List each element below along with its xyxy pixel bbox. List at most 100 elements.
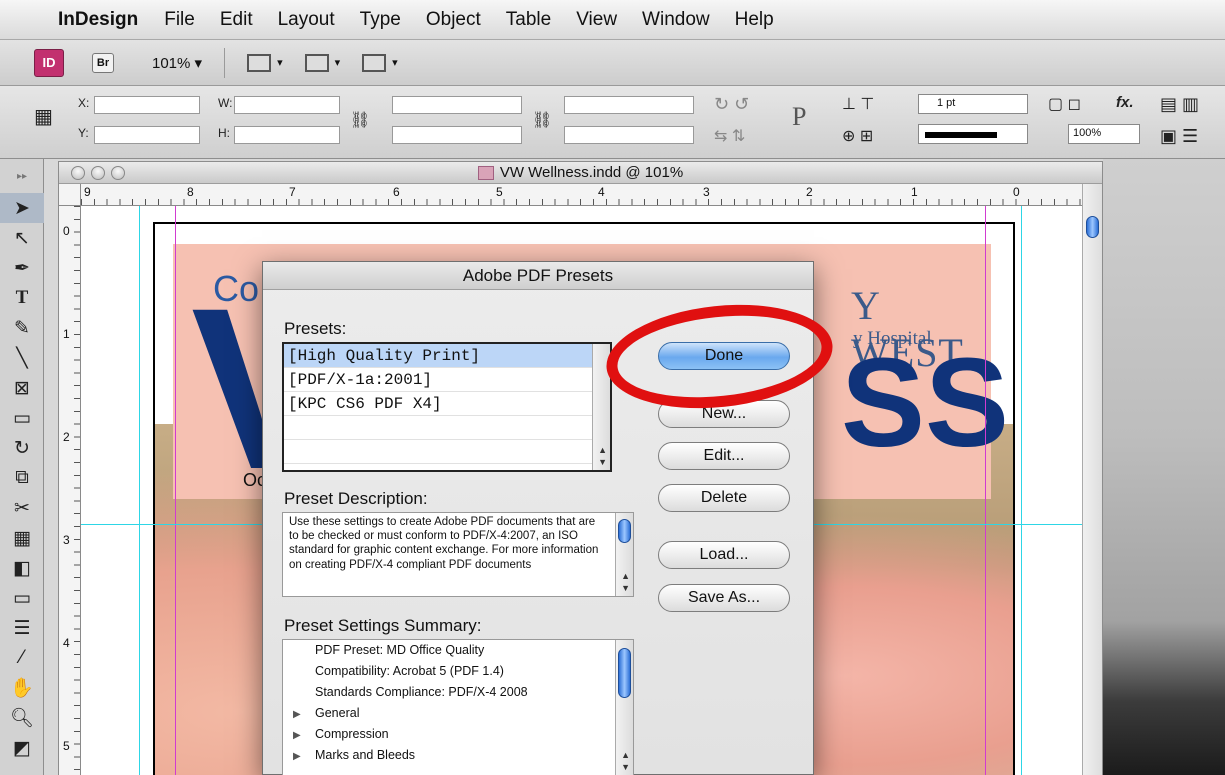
pencil-tool-icon[interactable]: ✎ bbox=[0, 313, 44, 343]
vertical-ruler[interactable]: 0 1 2 3 4 5 bbox=[59, 206, 81, 775]
column-guide bbox=[139, 206, 140, 775]
rectangle-tool-icon[interactable]: ▭ bbox=[0, 403, 44, 433]
close-button[interactable] bbox=[71, 166, 85, 180]
description-scrollbar[interactable]: ▲ ▼ bbox=[615, 513, 633, 596]
edit-button[interactable]: Edit... bbox=[658, 442, 790, 470]
view-options-button[interactable]: ▾ bbox=[247, 53, 283, 72]
stroke-type-dropdown[interactable] bbox=[918, 124, 1028, 144]
ruler-origin[interactable] bbox=[59, 184, 81, 206]
ruler-label: 3 bbox=[63, 533, 70, 547]
line-tool-icon[interactable]: ╲ bbox=[0, 343, 44, 373]
gradient-swatch-tool-icon[interactable]: ▦ bbox=[0, 523, 44, 553]
hand-tool-icon[interactable]: ✋ bbox=[0, 673, 44, 703]
note-icon[interactable]: ☰ bbox=[0, 613, 44, 643]
menu-table[interactable]: Table bbox=[506, 9, 551, 31]
preset-description: Use these settings to create Adobe PDF d… bbox=[282, 512, 634, 597]
bridge-button[interactable]: Br bbox=[92, 52, 114, 73]
screen-mode-button[interactable]: ▾ bbox=[304, 53, 340, 72]
drop-shadow-icon[interactable]: ▢ ◻ bbox=[1048, 94, 1081, 114]
document-vertical-scrollbar[interactable] bbox=[1082, 184, 1102, 775]
scroll-arrows-icon[interactable]: ▲ ▼ bbox=[621, 570, 630, 594]
shear-field[interactable] bbox=[564, 126, 694, 144]
minimize-button[interactable] bbox=[91, 166, 105, 180]
opacity-field[interactable]: 100% bbox=[1068, 124, 1140, 144]
eyedropper-tool-icon[interactable]: ⁄ bbox=[0, 643, 44, 673]
rotate-icon[interactable]: ↻ ↺ bbox=[714, 94, 749, 115]
scale-x-field[interactable] bbox=[392, 96, 522, 114]
stroke-weight-field[interactable]: 1 pt bbox=[918, 94, 1028, 114]
save-as-button[interactable]: Save As... bbox=[658, 584, 790, 612]
scissors-tool-icon[interactable]: ✂ bbox=[0, 493, 44, 523]
summary-row: PDF Preset: MD Office Quality bbox=[315, 643, 485, 657]
width-field[interactable] bbox=[234, 96, 340, 114]
flip-icon[interactable]: ⇆ ⇅ bbox=[714, 126, 745, 146]
preset-item-empty bbox=[284, 416, 610, 440]
scroll-thumb[interactable] bbox=[618, 519, 631, 543]
app-menu[interactable]: InDesign bbox=[58, 9, 138, 31]
zoom-tool-icon[interactable]: 🔍︎ bbox=[0, 703, 44, 733]
select-content-icon[interactable]: ⊕ ⊞ bbox=[842, 126, 873, 146]
arrange-documents-button[interactable]: ▾ bbox=[362, 53, 398, 72]
preset-item[interactable]: [PDF/X-1a:2001] bbox=[284, 368, 610, 392]
menu-file[interactable]: File bbox=[164, 9, 195, 31]
scroll-arrows-icon[interactable]: ▲ ▼ bbox=[598, 444, 607, 468]
summary-row-compression[interactable]: ▶ Compression bbox=[283, 724, 633, 745]
note-tool-icon[interactable]: ▭ bbox=[0, 583, 44, 613]
distribute-icon[interactable]: ▣ ☰ bbox=[1160, 126, 1198, 147]
ruler-label: 0 bbox=[63, 224, 70, 238]
selection-tool-icon[interactable]: ➤ bbox=[0, 193, 44, 223]
preset-item[interactable]: [KPC CS6 PDF X4] bbox=[284, 392, 610, 416]
horizontal-ruler[interactable]: 9 8 7 6 5 4 3 2 1 0 bbox=[81, 184, 1084, 206]
effects-icon[interactable]: fx. bbox=[1116, 94, 1134, 111]
summary-row-general[interactable]: ▶ General bbox=[283, 703, 633, 724]
disclosure-triangle-icon[interactable]: ▶ bbox=[293, 704, 315, 725]
menu-layout[interactable]: Layout bbox=[278, 9, 335, 31]
y-field[interactable] bbox=[94, 126, 200, 144]
scroll-thumb[interactable] bbox=[1086, 216, 1099, 238]
free-transform-tool-icon[interactable]: ⧉ bbox=[0, 463, 44, 493]
rectangle-frame-tool-icon[interactable]: ⊠ bbox=[0, 373, 44, 403]
panel-collapse-icon[interactable]: ▸▸ bbox=[0, 159, 44, 193]
scroll-arrows-icon[interactable]: ▲ ▼ bbox=[621, 749, 630, 773]
menu-edit[interactable]: Edit bbox=[220, 9, 253, 31]
scale-y-field[interactable] bbox=[392, 126, 522, 144]
zoom-button[interactable] bbox=[111, 166, 125, 180]
menu-type[interactable]: Type bbox=[360, 9, 401, 31]
height-field[interactable] bbox=[234, 126, 340, 144]
ruler-label: 5 bbox=[63, 739, 70, 753]
direct-selection-tool-icon[interactable]: ↖ bbox=[0, 223, 44, 253]
pen-tool-icon[interactable]: ✒ bbox=[0, 253, 44, 283]
stroke-type-sample bbox=[925, 132, 997, 138]
scroll-thumb[interactable] bbox=[618, 648, 631, 698]
menu-help[interactable]: Help bbox=[735, 9, 774, 31]
constrain-scale-icon[interactable]: ⛓ bbox=[532, 110, 552, 130]
disclosure-triangle-icon[interactable]: ▶ bbox=[293, 725, 315, 746]
load-button[interactable]: Load... bbox=[658, 541, 790, 569]
type-tool-icon[interactable]: T bbox=[0, 283, 44, 313]
presets-list[interactable]: [High Quality Print] [PDF/X-1a:2001] [KP… bbox=[282, 342, 612, 472]
select-container-icon[interactable]: ⊥ ⊤ bbox=[842, 94, 874, 114]
document-title: VW Wellness.indd @ 101% bbox=[499, 164, 684, 181]
gradient-feather-tool-icon[interactable]: ◧ bbox=[0, 553, 44, 583]
view-options-icon bbox=[247, 53, 272, 72]
rotate-tool-icon[interactable]: ↻ bbox=[0, 433, 44, 463]
x-label: X: bbox=[78, 96, 90, 110]
summary-row: Compatibility: Acrobat 5 (PDF 1.4) bbox=[315, 664, 504, 678]
menu-view[interactable]: View bbox=[576, 9, 617, 31]
align-icon[interactable]: ▤ ▥ bbox=[1160, 94, 1199, 115]
fill-stroke-icon[interactable]: ◩ bbox=[0, 733, 44, 763]
summary-scrollbar[interactable]: ▲ ▼ bbox=[615, 640, 633, 775]
x-field[interactable] bbox=[94, 96, 200, 114]
preset-item[interactable]: [High Quality Print] bbox=[284, 344, 610, 368]
ruler-label: 1 bbox=[911, 185, 918, 199]
summary-row-marks-bleeds[interactable]: ▶ Marks and Bleeds bbox=[283, 745, 633, 766]
delete-button[interactable]: Delete bbox=[658, 484, 790, 512]
menu-object[interactable]: Object bbox=[426, 9, 481, 31]
constrain-proportions-icon[interactable]: ⛓ bbox=[350, 110, 370, 130]
disclosure-triangle-icon[interactable]: ▶ bbox=[293, 746, 315, 767]
reference-point-icon[interactable]: ▦ bbox=[34, 104, 53, 129]
zoom-level-dropdown[interactable]: 101% ▾ bbox=[152, 54, 202, 72]
ruler-label: 1 bbox=[63, 327, 70, 341]
menu-window[interactable]: Window bbox=[642, 9, 710, 31]
rotation-field[interactable] bbox=[564, 96, 694, 114]
